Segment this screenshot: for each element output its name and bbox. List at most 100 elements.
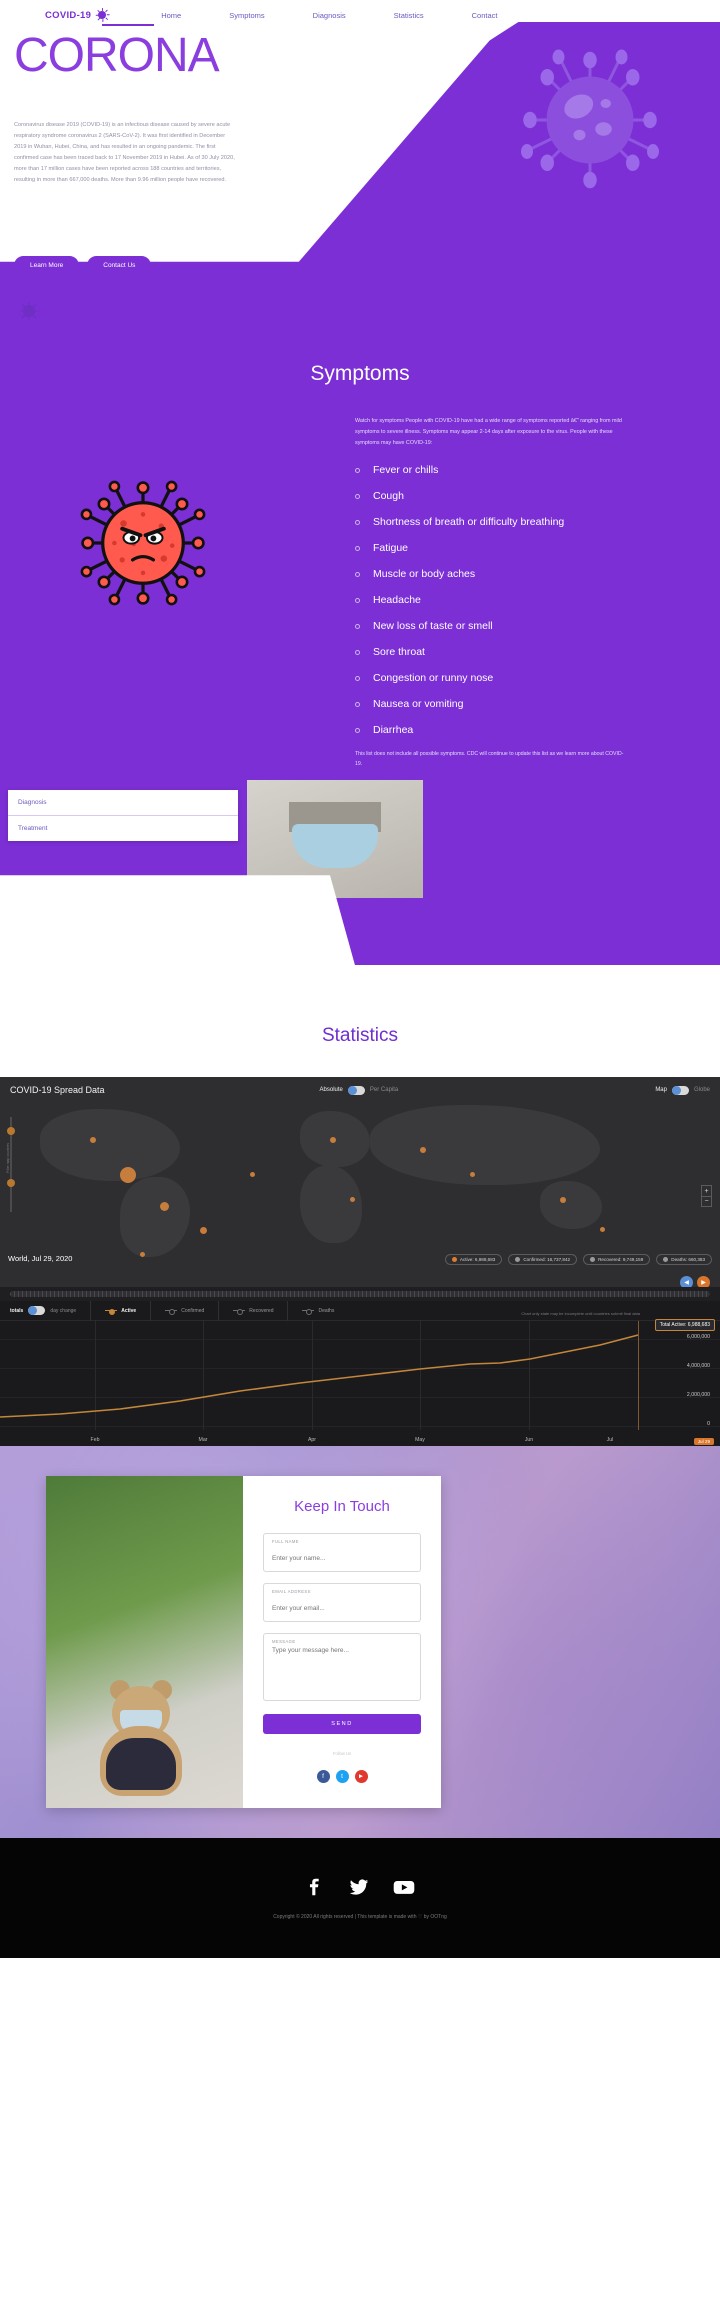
- hero-section: COVID-19 Home Symptoms Diagnosis Statist…: [0, 0, 720, 330]
- email-input[interactable]: [272, 1605, 412, 1613]
- footer-copyright: Copyright © 2020 All rights reserved | T…: [273, 1914, 447, 1921]
- list-item: Muscle or body aches: [355, 568, 680, 580]
- timeline-scrubber[interactable]: [0, 1287, 720, 1302]
- toggle-switch[interactable]: [347, 1085, 365, 1095]
- chart-line-series: [0, 1334, 639, 1418]
- facebook-icon[interactable]: f: [316, 1770, 330, 1784]
- contact-social-links: f t ►: [263, 1770, 421, 1784]
- symptoms-list: Fever or chills Cough Shortness of breat…: [355, 464, 680, 736]
- toggle-switch[interactable]: [28, 1306, 46, 1316]
- legend-label: Active: [121, 1307, 137, 1314]
- youtube-icon[interactable]: [392, 1876, 416, 1898]
- legend-item-recovered[interactable]: Recovered: [219, 1300, 289, 1321]
- full-name-input[interactable]: [272, 1555, 412, 1563]
- nav-link-diagnosis[interactable]: Diagnosis: [289, 11, 370, 20]
- legend-label: Recovered: [249, 1307, 274, 1314]
- legend-marker: [302, 1308, 315, 1315]
- toggle-label-globe: Globe: [693, 1087, 710, 1094]
- map-filter-slider[interactable]: Filter map countries: [6, 1117, 15, 1213]
- bullet-icon: [355, 493, 360, 499]
- email-field[interactable]: EMAIL ADDRESS: [263, 1583, 421, 1623]
- status-dot: [451, 1257, 457, 1263]
- send-button[interactable]: SEND: [263, 1714, 421, 1735]
- large-virus-icon: [521, 49, 659, 189]
- legend-item-confirmed[interactable]: Confirmed: [151, 1300, 220, 1321]
- totals-daychange-toggle[interactable]: totals day change: [10, 1300, 92, 1321]
- nav-link-symptoms[interactable]: Symptoms: [205, 11, 288, 20]
- slider-knob-top[interactable]: [7, 1127, 15, 1136]
- legend-marker: [165, 1308, 178, 1315]
- legend-item-deaths[interactable]: Deaths: [288, 1301, 348, 1321]
- bullet-icon: [355, 545, 360, 551]
- message-textarea[interactable]: [272, 1647, 412, 1690]
- status-badge-active[interactable]: Active: 6,988,683: [444, 1254, 503, 1266]
- status-badge-deaths[interactable]: Deaths: 660,383: [656, 1254, 712, 1266]
- bullet-icon: [355, 519, 360, 525]
- toggle-label-totals: totals: [10, 1307, 24, 1314]
- brand-logo[interactable]: COVID-19: [45, 8, 110, 22]
- contact-form-footer: Follow Us f t ►: [263, 1742, 421, 1784]
- bullet-icon: [355, 571, 360, 577]
- nav-link-home[interactable]: Home: [137, 11, 205, 20]
- covid-map-panel[interactable]: COVID-19 Spread Data Absolute Per Capita…: [0, 1077, 720, 1288]
- slider-knob-bottom[interactable]: [7, 1179, 15, 1188]
- hero-paragraph: Coronavirus disease 2019 (COVID-19) is a…: [14, 122, 235, 183]
- legend-marker: [233, 1308, 246, 1315]
- nav-link-statistics[interactable]: Statistics: [370, 11, 448, 20]
- contact-us-button[interactable]: Contact Us: [87, 256, 152, 275]
- chart-note: Chart only state may be incomplete until…: [521, 1311, 640, 1317]
- learn-more-button[interactable]: Learn More: [14, 256, 80, 275]
- accordion-item-treatment[interactable]: Treatment: [8, 816, 238, 841]
- status-badge-confirmed[interactable]: Confirmed: 16,737,842: [508, 1254, 578, 1266]
- follow-us-label: Follow Us: [332, 1751, 352, 1757]
- youtube-icon[interactable]: ►: [354, 1770, 368, 1784]
- list-item: Fever or chills: [355, 464, 680, 476]
- timeline-track[interactable]: [10, 1291, 710, 1298]
- status-badge-recovered[interactable]: Recovered: 9,749,159: [583, 1254, 651, 1266]
- facebook-icon[interactable]: [304, 1876, 326, 1898]
- symptoms-note: This list does not include all possible …: [355, 751, 624, 768]
- chart-plot-area: 6,000,000 4,000,000 2,000,000 0 Feb Mar …: [0, 1311, 720, 1446]
- diagnosis-section: Diagnosis Treatment: [0, 780, 720, 966]
- y-axis-tick: 6,000,000: [686, 1334, 710, 1341]
- message-field[interactable]: MESSAGE: [263, 1633, 421, 1702]
- toggle-label-daychange: day change: [50, 1307, 77, 1314]
- rewind-icon[interactable]: ◀: [680, 1276, 693, 1288]
- zoom-out-button[interactable]: −: [702, 1196, 711, 1206]
- toggle-switch[interactable]: [671, 1085, 689, 1095]
- map-globe-toggle[interactable]: Map Globe: [655, 1085, 710, 1095]
- playback-controls[interactable]: ◀ ▶: [680, 1276, 710, 1288]
- twitter-icon[interactable]: t: [335, 1770, 349, 1784]
- full-name-field[interactable]: FULL NAME: [263, 1533, 421, 1573]
- angry-virus-icon: [80, 480, 206, 606]
- pill-label: Confirmed: 16,737,842: [523, 1257, 571, 1263]
- x-axis-tick: May: [415, 1437, 425, 1444]
- list-item: Cough: [355, 490, 680, 502]
- twitter-icon[interactable]: [348, 1876, 370, 1898]
- y-axis-tick: 4,000,000: [686, 1363, 710, 1370]
- map-zoom-controls[interactable]: + −: [701, 1185, 712, 1208]
- status-dot: [663, 1257, 669, 1263]
- zoom-in-button[interactable]: +: [702, 1186, 711, 1196]
- slider-caption: Filter map countries: [6, 1143, 10, 1173]
- pill-label: Deaths: 660,383: [671, 1257, 705, 1263]
- absolute-percapita-toggle[interactable]: Absolute Per Capita: [320, 1085, 398, 1095]
- symptoms-body: Watch for symptoms People with COVID-19 …: [0, 386, 720, 770]
- x-axis-tick: Feb: [90, 1437, 100, 1444]
- x-axis-current-badge: Jul 29: [693, 1438, 714, 1446]
- list-item: Nausea or vomiting: [355, 698, 680, 710]
- legend-marker: [105, 1308, 118, 1315]
- legend-item-active[interactable]: Active: [91, 1300, 152, 1321]
- pill-label: Recovered: 9,749,159: [598, 1257, 644, 1263]
- nav-link-contact[interactable]: Contact: [448, 11, 522, 20]
- teddy-bear-photo: [46, 1476, 243, 1809]
- list-item: Diarrhea: [355, 724, 680, 736]
- legend-label: Deaths: [318, 1307, 335, 1314]
- diagnosis-accordion: Diagnosis Treatment: [8, 790, 238, 842]
- list-item: Congestion or runny nose: [355, 672, 680, 684]
- play-icon[interactable]: ▶: [697, 1276, 710, 1288]
- field-label: FULL NAME: [272, 1539, 299, 1545]
- accordion-item-diagnosis[interactable]: Diagnosis: [8, 790, 238, 817]
- footer-social-links: [304, 1876, 416, 1898]
- nav-links: Home Symptoms Diagnosis Statistics Conta…: [102, 11, 522, 26]
